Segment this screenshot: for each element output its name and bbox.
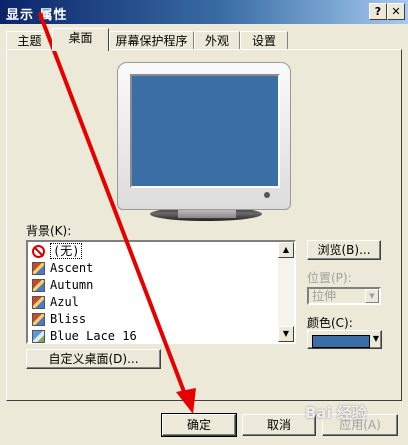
image-file-icon	[32, 313, 45, 326]
no-symbol-icon	[32, 245, 45, 258]
list-item-label: Blue Lace 16	[50, 329, 137, 343]
list-item-label: Azul	[50, 295, 79, 309]
monitor-power-light	[264, 192, 270, 198]
list-item[interactable]: Azul	[30, 294, 137, 311]
background-listbox[interactable]: (无) Ascent Autumn Azul Bliss Blue Lace 1…	[26, 240, 296, 344]
ok-button[interactable]: 确定	[161, 413, 237, 437]
close-button[interactable]: ✕	[387, 3, 405, 20]
list-item[interactable]: Blue Lace 16	[30, 328, 137, 345]
tab-screensaver[interactable]: 屏幕保护程序	[109, 31, 194, 50]
scroll-up-button[interactable]: ▲	[278, 242, 294, 258]
tab-theme[interactable]: 主题	[6, 31, 53, 50]
color-picker-button[interactable]: ▼	[307, 330, 382, 349]
image-file-icon	[32, 262, 45, 275]
dropdown-arrow-icon: ▼	[365, 289, 379, 303]
list-item-label: Ascent	[50, 261, 94, 275]
title-bar[interactable]: 显示 属性 ? ✕	[0, 0, 408, 24]
tab-appearance[interactable]: 外观	[194, 31, 240, 50]
watermark-logo: Bai 经验	[305, 404, 367, 422]
list-item[interactable]: (无)	[30, 243, 137, 260]
scroll-down-button[interactable]: ▼	[278, 326, 294, 342]
list-item-label: Bliss	[50, 312, 87, 326]
image-file-icon	[32, 279, 45, 292]
close-icon: ✕	[391, 5, 401, 18]
position-label: 位置(P):	[307, 271, 352, 285]
list-item-label: Autumn	[50, 278, 94, 292]
background-label: 背景(K):	[26, 224, 72, 238]
window-title: 显示 属性	[6, 8, 68, 23]
list-item[interactable]: Autumn	[30, 277, 137, 294]
image-file-icon	[32, 296, 45, 309]
list-item-label: (无)	[50, 243, 83, 259]
tab-settings[interactable]: 设置	[240, 31, 288, 50]
position-select[interactable]: 拉伸 ▼	[307, 287, 381, 305]
arrow-up-icon: ▲	[282, 245, 290, 254]
color-label: 颜色(C):	[307, 316, 353, 330]
customize-desktop-button[interactable]: 自定义桌面(D)...	[26, 349, 161, 369]
color-swatch	[312, 335, 370, 348]
position-value: 拉伸	[312, 289, 337, 303]
help-button[interactable]: ?	[369, 3, 387, 20]
browse-button[interactable]: 浏览(B)...	[307, 240, 381, 260]
dropdown-arrow-icon: ▼	[372, 334, 379, 343]
listbox-scrollbar[interactable]: ▲ ▼	[278, 242, 294, 342]
list-item[interactable]: Ascent	[30, 260, 137, 277]
list-item[interactable]: Bliss	[30, 311, 137, 328]
monitor-preview-screen	[130, 74, 280, 188]
arrow-down-icon: ▼	[282, 329, 290, 338]
tab-desktop[interactable]: 桌面	[52, 28, 109, 51]
monitor-stand-neck	[178, 210, 236, 218]
bitmap-file-icon	[32, 330, 45, 343]
